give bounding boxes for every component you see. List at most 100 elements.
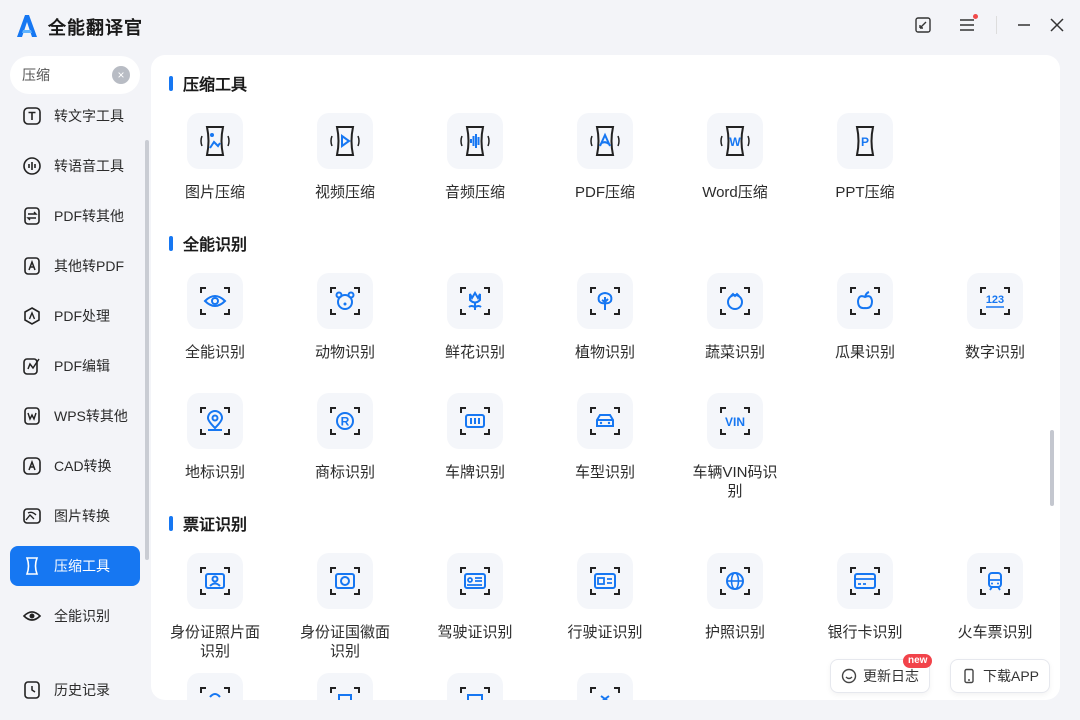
tool-label: 鲜花识别	[444, 344, 505, 361]
phone-icon	[964, 668, 974, 684]
sidebar-item-pdf-edit[interactable]: PDF编辑	[10, 346, 140, 386]
tool-label: PPT压缩	[835, 184, 895, 201]
tool-label: 图片压缩	[184, 184, 245, 201]
tool-label: 地标识别	[184, 464, 245, 481]
app-logo-icon	[17, 15, 37, 37]
close-button[interactable]	[1046, 14, 1068, 36]
vin-icon: VIN	[720, 407, 750, 435]
trademark-letter: R	[341, 415, 350, 429]
wps-icon	[24, 407, 40, 425]
tool-label: Word压缩	[702, 184, 768, 201]
tool-label: 银行卡识别	[827, 624, 903, 641]
sidebar-item-label: PDF处理	[54, 308, 110, 324]
vehicle-license-icon	[590, 567, 620, 595]
tool-label: 行驶证识别	[567, 624, 643, 641]
search-input[interactable]	[22, 67, 106, 83]
sidebar-item-pdf-to-other[interactable]: PDF转其他	[10, 196, 140, 236]
sidebar-scrollbar[interactable]	[145, 140, 149, 560]
tool-label: 商标识别	[314, 464, 375, 481]
section-title-recognition: 全能识别	[169, 231, 247, 255]
compress-icon	[25, 557, 39, 575]
changelog-label: 更新日志	[863, 668, 919, 684]
pdf-edit-icon	[23, 358, 40, 375]
cad-icon	[23, 457, 41, 475]
sidebar-item-other-to-pdf[interactable]: 其他转PDF	[10, 246, 140, 286]
search-box: ×	[10, 56, 140, 94]
section-accent-bar	[169, 75, 173, 91]
sidebar-item-recognition[interactable]: 全能识别	[10, 596, 140, 636]
section-title-text: 票证识别	[183, 517, 248, 534]
tool-label: 护照识别	[704, 624, 765, 641]
sidebar-item-wps-to-other[interactable]: WPS转其他	[10, 396, 140, 436]
scan-icon	[460, 687, 490, 700]
download-app-button[interactable]: 下载APP	[950, 659, 1050, 693]
app-title: 全能翻译官	[48, 18, 143, 38]
sidebar-item-label: 其他转PDF	[54, 258, 124, 274]
menu-button[interactable]	[956, 14, 978, 36]
scan-icon	[330, 687, 360, 700]
audio-compress-icon	[460, 126, 490, 156]
vegetable-icon	[720, 287, 750, 315]
minimize-icon	[1018, 24, 1030, 26]
sidebar-item-compress-tools[interactable]: 压缩工具	[10, 546, 140, 586]
sidebar-item-label: 压缩工具	[54, 558, 110, 574]
bank-card-icon	[850, 567, 880, 595]
sidebar: 转文字工具 转语音工具 PDF转其他 其他转PDF PDF处理 PDF编辑 WP…	[0, 96, 146, 656]
to-pdf-icon	[24, 257, 40, 275]
sidebar-item-image-convert[interactable]: 图片转换	[10, 496, 140, 536]
car-icon	[590, 407, 620, 435]
smile-icon	[841, 668, 857, 684]
sidebar-item-pdf-process[interactable]: PDF处理	[10, 296, 140, 336]
tool-label: 动物识别	[314, 344, 375, 361]
word-compress-icon: W	[720, 126, 750, 156]
section-title-text: 全能识别	[183, 237, 248, 254]
history-button[interactable]: 历史记录	[10, 670, 140, 710]
audio-wave-icon	[23, 157, 41, 175]
tool-label: 驾驶证识别	[437, 624, 513, 641]
sidebar-item-label: WPS转其他	[54, 408, 128, 424]
tool-label: 火车票识别	[957, 624, 1033, 641]
sidebar-item-label: PDF编辑	[54, 358, 110, 374]
image-compress-icon	[200, 126, 230, 156]
tool-label: PDF压缩	[574, 184, 635, 201]
tool-label: 身份证国徽面识别	[299, 624, 390, 660]
download-label: 下载APP	[982, 668, 1039, 684]
eye-recognition-icon	[200, 287, 230, 315]
sidebar-item-speech-tools[interactable]: 转语音工具	[10, 146, 140, 186]
tool-label: 车牌识别	[444, 464, 505, 481]
sidebar-item-label: CAD转换	[54, 458, 112, 474]
clear-search-icon[interactable]: ×	[112, 66, 130, 84]
tool-label: 音频压缩	[444, 184, 505, 201]
section-title-certificate: 票证识别	[169, 511, 247, 535]
pdf-convert-icon	[24, 207, 40, 225]
ppt-letter: P	[861, 135, 869, 149]
driver-license-icon	[460, 567, 490, 595]
section-title-text: 压缩工具	[183, 77, 248, 94]
flower-icon	[460, 287, 490, 315]
trademark-icon: R	[330, 407, 360, 435]
sidebar-item-label: PDF转其他	[54, 208, 124, 224]
tool-label: 车辆VIN码识别	[692, 464, 778, 500]
section-accent-bar	[169, 515, 173, 531]
tool-label: 蔬菜识别	[704, 344, 765, 361]
landmark-icon	[200, 407, 230, 435]
tool-label: 视频压缩	[314, 184, 375, 201]
vin-text: VIN	[725, 415, 745, 429]
mini-mode-button[interactable]	[912, 14, 934, 36]
main-scrollbar[interactable]	[1050, 430, 1054, 506]
history-icon	[24, 681, 40, 699]
sidebar-item-cad-convert[interactable]: CAD转换	[10, 446, 140, 486]
tool-label: 身份证照片面识别	[169, 624, 260, 660]
image-icon	[23, 508, 41, 524]
tool-label: 瓜果识别	[834, 344, 895, 361]
sidebar-item-label: 全能识别	[54, 608, 110, 624]
title-bar: 全能翻译官	[0, 0, 1080, 52]
tool-label: 植物识别	[574, 344, 635, 361]
close-icon	[1050, 18, 1064, 32]
main-panel: 压缩工具 图片压缩 视频压缩 音频压缩 PDF压缩 W Word压缩 P PPT…	[151, 55, 1060, 700]
tool-label: 全能识别	[184, 344, 245, 361]
scan-icon	[590, 687, 620, 700]
pdf-process-icon	[24, 307, 40, 325]
minimize-button[interactable]	[1013, 14, 1035, 36]
sidebar-item-text-tools[interactable]: 转文字工具	[10, 96, 140, 136]
